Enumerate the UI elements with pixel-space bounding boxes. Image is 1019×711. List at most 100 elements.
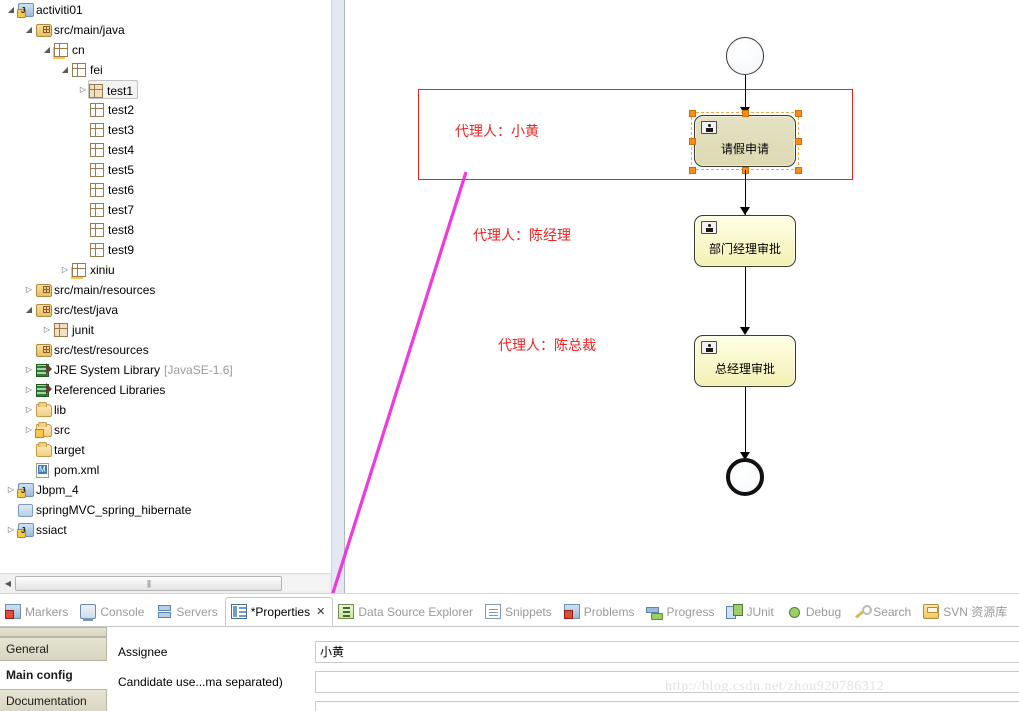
tree-item-src-test-java[interactable]: ◢ src/test/java: [0, 300, 331, 320]
explorer-horizontal-scrollbar[interactable]: ◀: [0, 573, 331, 593]
resize-handle-ne[interactable]: [795, 110, 802, 117]
tree-item-test3[interactable]: test3: [0, 120, 331, 140]
properties-tab-documentation[interactable]: Documentation: [0, 689, 107, 711]
property-input-2[interactable]: [315, 701, 1019, 711]
twisty-expanded-icon[interactable]: ◢: [22, 20, 36, 40]
tree-item-test2[interactable]: test2: [0, 100, 331, 120]
tree-item-pom-xml[interactable]: pom.xml: [0, 460, 331, 480]
console-icon: [80, 604, 97, 621]
twisty-collapsed-icon[interactable]: ▷: [58, 260, 72, 280]
candidate-users-input[interactable]: [315, 671, 1019, 693]
twisty-expanded-icon[interactable]: ◢: [58, 60, 72, 80]
tree-item-test7[interactable]: test7: [0, 200, 331, 220]
tree-item-springmvc-spring-hibernate[interactable]: springMVC_spring_hibernate: [0, 500, 331, 520]
tree-item-test8[interactable]: test8: [0, 220, 331, 240]
tree-item-cn[interactable]: ◢ cn: [0, 40, 331, 60]
sequence-flow-4[interactable]: [744, 387, 747, 459]
twisty-collapsed-icon[interactable]: ▷: [22, 400, 36, 420]
bpmn-task-2[interactable]: 总经理审批: [694, 335, 796, 387]
twisty-collapsed-icon[interactable]: ▷: [22, 360, 36, 380]
tree-item-test1[interactable]: ▷ test1: [0, 80, 331, 100]
tree-item-label: test6: [108, 183, 135, 197]
package-icon: [90, 100, 108, 120]
view-tab-list[interactable]: Markers Console Servers *Properties ✕ Data So…: [0, 594, 1014, 627]
scrollbar-track[interactable]: [15, 576, 329, 591]
scroll-left-arrow-icon[interactable]: ◀: [1, 576, 15, 591]
properties-tab-list[interactable]: General Main config Documentation: [0, 627, 107, 711]
explorer-vertical-scrollbar[interactable]: [331, 0, 345, 593]
twisty-collapsed-icon[interactable]: ▷: [22, 420, 36, 440]
twisty-collapsed-icon[interactable]: ▷: [22, 380, 36, 400]
view-tab-data-source-explorer[interactable]: Data Source Explorer: [333, 599, 480, 625]
search-icon: [853, 604, 873, 619]
tree-item-label: test2: [108, 103, 135, 117]
tree-item-test9[interactable]: test9: [0, 240, 331, 260]
sequence-flow-3[interactable]: [744, 267, 747, 332]
tree-item-junit[interactable]: ▷ junit: [0, 320, 331, 340]
tree-item-test4[interactable]: test4: [0, 140, 331, 160]
tree-item-src-main-resources[interactable]: ▷ src/main/resources: [0, 280, 331, 300]
twisty-collapsed-icon[interactable]: ▷: [22, 280, 36, 300]
twisty-collapsed-icon[interactable]: ▷: [4, 480, 18, 500]
close-icon[interactable]: ✕: [316, 605, 325, 618]
view-tab-debug[interactable]: Debug: [781, 599, 848, 625]
view-tab-progress[interactable]: Progress: [641, 599, 721, 625]
twisty-expanded-icon[interactable]: ◢: [40, 40, 54, 60]
twisty-collapsed-icon[interactable]: ▷: [4, 520, 18, 540]
tree-item-src[interactable]: ▷ src: [0, 420, 331, 440]
package-explorer-tree[interactable]: ◢activiti01◢src/main/java◢cn◢fei▷test1 t…: [0, 0, 331, 570]
tree-item-src-test-resources[interactable]: src/test/resources: [0, 340, 331, 360]
tree-item-test6[interactable]: test6: [0, 180, 331, 200]
folder-icon: [36, 440, 54, 460]
tree-item-jbpm-4[interactable]: ▷ Jbpm_4: [0, 480, 331, 501]
tree-item-jre-system-library[interactable]: ▷ JRE System Library [JavaSE-1.6]: [0, 360, 331, 380]
twisty-expanded-icon[interactable]: ◢: [4, 0, 18, 20]
tree-item-target[interactable]: target: [0, 440, 331, 460]
properties-view[interactable]: General Main config Documentation Assignee…: [0, 626, 1019, 711]
tree-item-src-main-java[interactable]: ◢ src/main/java: [0, 20, 331, 40]
resize-handle-se[interactable]: [795, 167, 802, 174]
bpmn-task-1[interactable]: 部门经理审批: [694, 215, 796, 267]
view-tab-label: Data Source Explorer: [358, 604, 474, 619]
view-tab-junit[interactable]: JUnit: [721, 599, 780, 625]
resize-handle-e[interactable]: [795, 138, 802, 145]
bpmn-diagram-editor[interactable]: 请假申请 部门经理审批 总经理审批 代理人：小黄 代理人：陈经理 代理人：陈总裁: [348, 0, 1019, 593]
twisty-placeholder: [76, 140, 90, 160]
view-tab-bar[interactable]: Markers Console Servers *Properties ✕ Data So…: [0, 593, 1019, 626]
package-filled-icon-glyph: [54, 323, 68, 337]
tree-item-referenced-libraries[interactable]: ▷ Referenced Libraries: [0, 380, 331, 400]
bpmn-start-event[interactable]: [726, 37, 764, 75]
view-tab--properties[interactable]: *Properties ✕: [224, 597, 334, 626]
twisty-expanded-icon[interactable]: ◢: [22, 300, 36, 320]
bpmn-end-event[interactable]: [726, 458, 764, 496]
resize-handle-nw[interactable]: [689, 110, 696, 117]
properties-tab-main-config[interactable]: Main config: [0, 663, 107, 687]
tree-item-activiti01[interactable]: ◢ activiti01: [0, 0, 331, 21]
resize-handle-w[interactable]: [689, 138, 696, 145]
tree-item-fei[interactable]: ◢ fei: [0, 60, 331, 80]
view-tab-svn-资源库[interactable]: SVN 资源库: [918, 599, 1014, 625]
view-tab-snippets[interactable]: Snippets: [480, 599, 559, 625]
properties-tab-general[interactable]: General: [0, 637, 107, 661]
view-tab-search[interactable]: Search: [848, 599, 918, 625]
resize-handle-n[interactable]: [742, 110, 749, 117]
tree-item-sublabel: [JavaSE-1.6]: [164, 363, 233, 377]
source-folder-icon-glyph: [36, 284, 52, 297]
java-project-icon-glyph: [17, 481, 34, 501]
java-project-icon-glyph: [17, 1, 34, 21]
view-tab-servers[interactable]: Servers: [151, 599, 224, 625]
tree-item-xiniu[interactable]: ▷ xiniu: [0, 260, 331, 280]
tree-item-selection: test1: [88, 80, 139, 99]
assignee-input[interactable]: 小黄: [315, 641, 1019, 663]
tree-item-lib[interactable]: ▷ lib: [0, 400, 331, 420]
twisty-collapsed-icon[interactable]: ▷: [40, 320, 54, 340]
scrollbar-thumb[interactable]: [15, 576, 282, 591]
view-tab-problems[interactable]: Problems: [559, 599, 642, 625]
twisty-placeholder: [22, 440, 36, 460]
view-tab-console[interactable]: Console: [75, 599, 151, 625]
tree-item-ssiact[interactable]: ▷ ssiact: [0, 520, 331, 541]
resize-handle-sw[interactable]: [689, 167, 696, 174]
view-tab-markers[interactable]: Markers: [0, 599, 75, 625]
tree-item-test5[interactable]: test5: [0, 160, 331, 180]
bpmn-task-0[interactable]: 请假申请: [694, 115, 796, 167]
